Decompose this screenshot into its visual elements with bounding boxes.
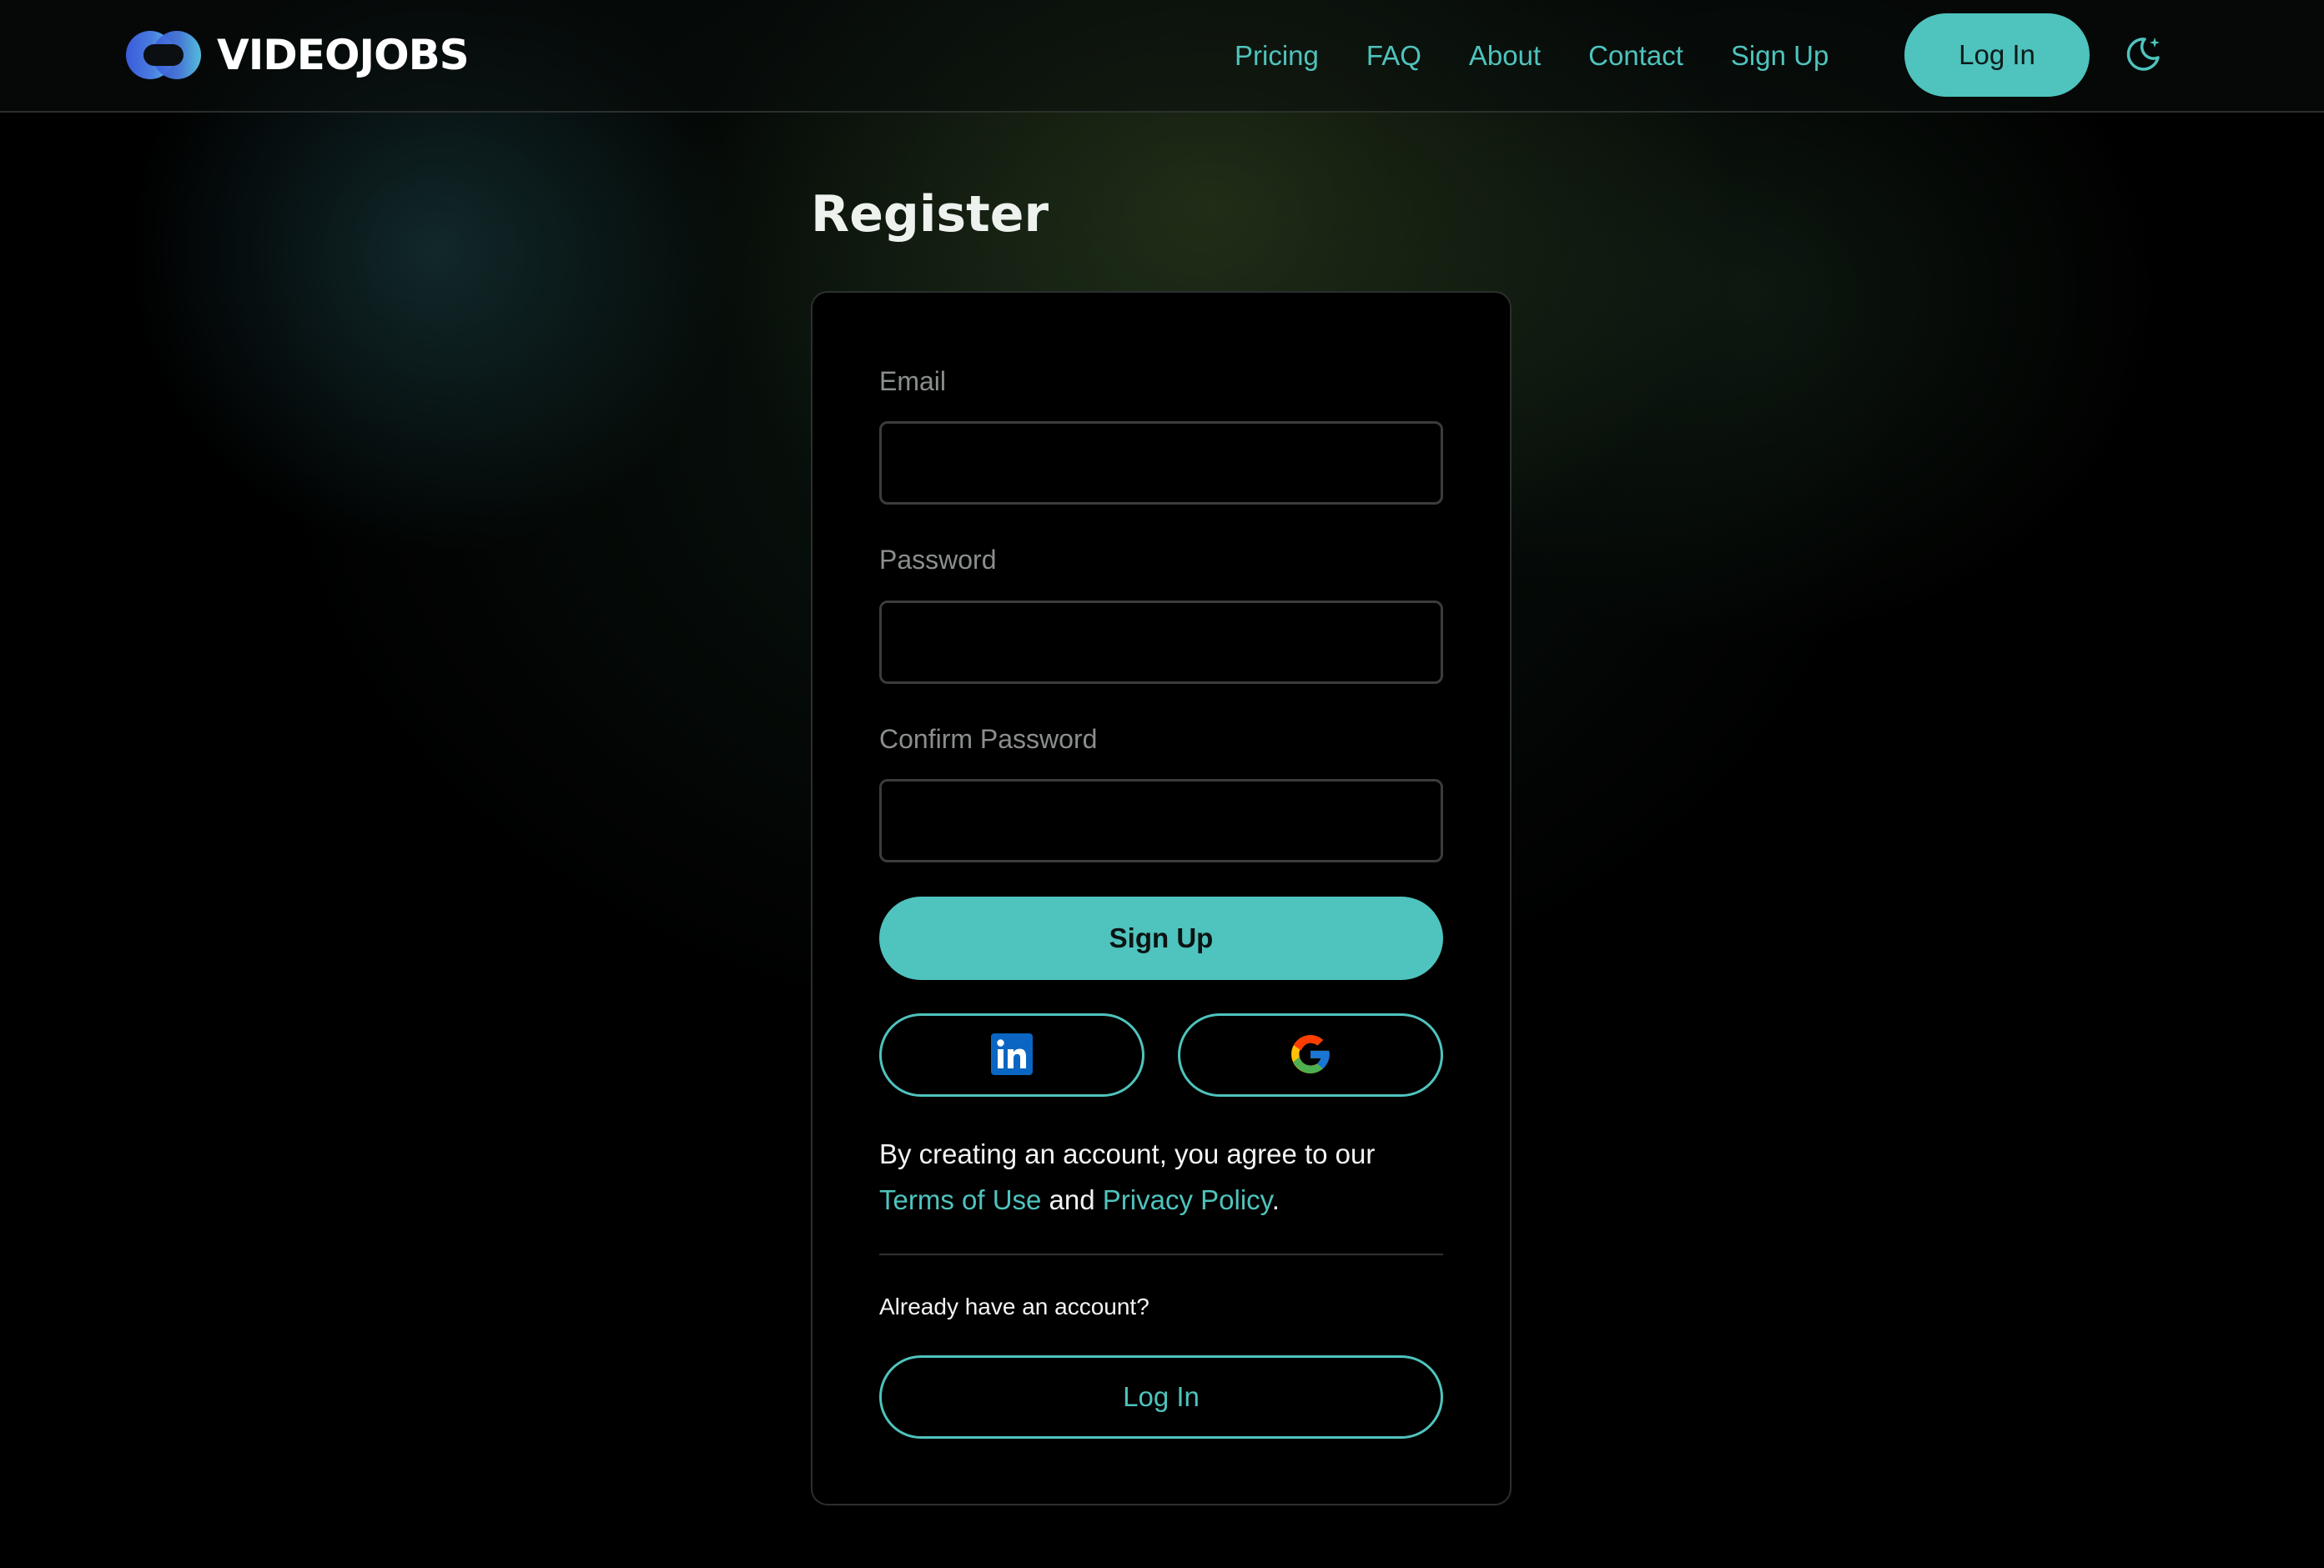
email-field[interactable] <box>879 421 1443 505</box>
nav-link-faq[interactable]: FAQ <box>1366 40 1421 72</box>
terms-notice: By creating an account, you agree to our… <box>879 1131 1443 1223</box>
register-card: Email Password Confirm Password Sign Up <box>811 291 1512 1505</box>
linkedin-signin-button[interactable] <box>879 1013 1144 1097</box>
terms-and-text: and <box>1049 1184 1095 1215</box>
confirm-password-field[interactable] <box>879 779 1443 862</box>
sign-up-button[interactable]: Sign Up <box>879 897 1443 980</box>
password-label: Password <box>879 545 997 575</box>
email-label: Email <box>879 366 947 396</box>
confirm-password-label: Confirm Password <box>879 724 1098 754</box>
privacy-policy-link[interactable]: Privacy Policy <box>1103 1184 1272 1215</box>
main-nav: Pricing FAQ About Contact Sign Up <box>1235 0 1869 111</box>
nav-link-sign-up[interactable]: Sign Up <box>1731 40 1829 72</box>
google-signin-button[interactable] <box>1178 1013 1443 1097</box>
moon-star-icon[interactable] <box>2123 32 2163 77</box>
nav-link-about[interactable]: About <box>1469 40 1541 72</box>
brand-logo[interactable]: VIDEOJOBS <box>125 25 470 85</box>
page-title: Register <box>811 185 1049 244</box>
google-icon <box>1290 1033 1331 1078</box>
terms-period: . <box>1271 1184 1280 1215</box>
terms-of-use-link[interactable]: Terms of Use <box>879 1184 1041 1215</box>
divider <box>879 1254 1443 1255</box>
linkedin-icon <box>991 1033 1033 1078</box>
nav-link-contact[interactable]: Contact <box>1588 40 1683 72</box>
terms-prefix: By creating an account, you agree to our <box>879 1138 1376 1169</box>
already-have-account-text: Already have an account? <box>879 1294 1149 1319</box>
nav-link-pricing[interactable]: Pricing <box>1235 40 1319 72</box>
login-button[interactable]: Log In <box>879 1355 1443 1439</box>
nav-login-button[interactable]: Log In <box>1904 13 2090 97</box>
logo-infinity-icon <box>125 28 202 82</box>
brand-name: VIDEOJOBS <box>217 31 470 79</box>
password-field[interactable] <box>879 601 1443 684</box>
top-navbar: VIDEOJOBS Pricing FAQ About Contact Sign… <box>0 0 2324 113</box>
